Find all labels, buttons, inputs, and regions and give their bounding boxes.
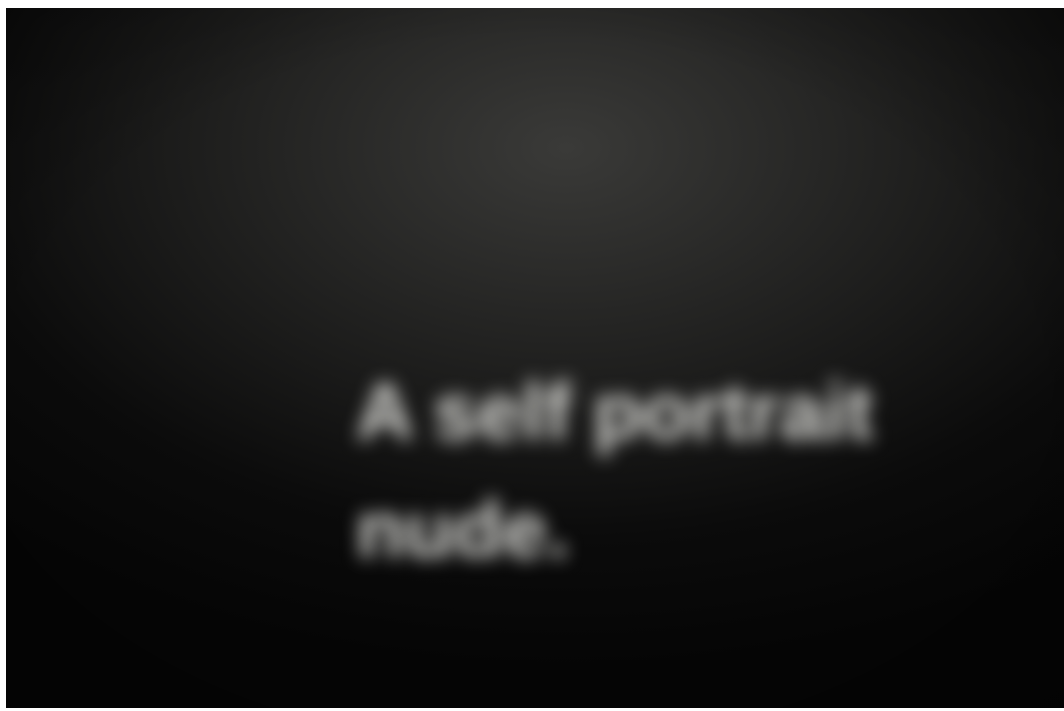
hero-title: A self portrait nude. bbox=[356, 353, 916, 589]
hero-title-line: nude. bbox=[356, 485, 570, 574]
blurred-page: A self portrait nude. bbox=[6, 8, 1064, 708]
screen-photo: A self portrait nude. bbox=[6, 8, 1064, 708]
hero-title-line: A self portrait bbox=[356, 367, 874, 456]
